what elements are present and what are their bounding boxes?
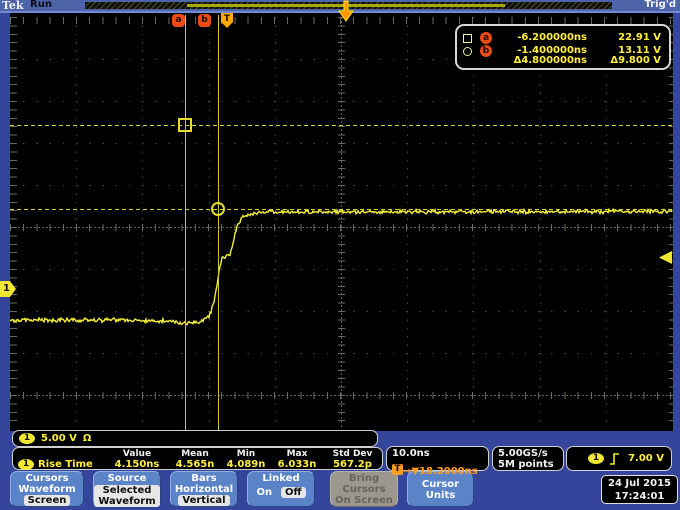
circle-icon — [463, 47, 472, 56]
channel1-waveform-trace — [10, 13, 673, 431]
menu-bring-line2: Cursors — [331, 484, 397, 495]
cursor-a-badge: a — [480, 32, 492, 44]
cursor-delta-time: Δ4.800000ns — [497, 55, 587, 66]
menu-source-selected-line2: Waveform — [98, 496, 155, 507]
menu-bars-selected: Vertical — [178, 495, 229, 506]
expansion-point-arrow-icon — [337, 0, 355, 23]
meas-mean: 4.565n — [167, 459, 223, 470]
trigger-t-icon: T — [392, 464, 403, 475]
cursor-a-time: -6.200000ns — [497, 32, 587, 43]
cursor-a-readout-row: a -6.200000ns 22.91 V — [463, 28, 661, 41]
rising-edge-icon — [609, 452, 620, 465]
menu-source-button[interactable]: Source Selected Waveform — [93, 471, 161, 507]
meas-header-mean: Mean — [167, 449, 223, 459]
menu-cursors-button[interactable]: Cursors Waveform Screen — [10, 471, 84, 507]
trigger-level: 7.00 V — [628, 453, 664, 464]
cursor-delta-value: Δ9.800 V — [587, 55, 661, 66]
menu-bring-line1: Bring — [331, 473, 397, 484]
cursor-b-badge: b — [480, 45, 492, 57]
trigger-source-badge: 1 — [588, 453, 604, 464]
record-length: 5M points — [498, 459, 558, 470]
meas-header-min: Min — [223, 449, 269, 459]
time-label: 17:24:01 — [602, 490, 677, 503]
channel1-badge: 1 — [19, 433, 35, 444]
acquisition-info-box[interactable]: 5.00GS/s 5M points — [492, 446, 564, 471]
meas-header-stddev: Std Dev — [325, 449, 380, 459]
channel1-badge: 1 — [18, 459, 34, 470]
acquisition-status: Run — [30, 0, 52, 10]
menu-cursors-option-waveform: Waveform — [11, 484, 83, 495]
cursor-b-vertical-line[interactable] — [218, 15, 219, 431]
menu-linked-button[interactable]: Linked On Off — [247, 471, 315, 507]
menu-bring-line3: On Screen — [331, 495, 397, 506]
cursor-a-square-marker[interactable] — [178, 118, 192, 132]
menu-bars-option-horizontal: Horizontal — [171, 484, 237, 495]
datetime-box: 24 Jul 2015 17:24:01 — [601, 475, 678, 504]
menu-source-title: Source — [94, 473, 160, 484]
date-label: 24 Jul 2015 — [602, 477, 677, 490]
oscilloscope-screen: Tek Run Trig'd a b T 1 a -6.200000ns 22.… — [0, 0, 680, 510]
cursor-readout-box: a -6.200000ns 22.91 V b -1.400000ns 13.1… — [455, 24, 671, 70]
menu-cursor-units-line2: Units — [408, 490, 473, 501]
menu-linked-title: Linked — [248, 473, 314, 484]
graticule — [10, 13, 673, 431]
menu-linked-on[interactable]: On — [256, 487, 272, 498]
trigger-settings-box[interactable]: 1 7.00 V — [566, 446, 672, 471]
meas-stddev: 567.2p — [325, 459, 380, 470]
cursor-b-circle-marker[interactable] — [211, 202, 225, 216]
menu-cursors-title: Cursors — [11, 473, 83, 484]
menu-bars-button[interactable]: Bars Horizontal Vertical — [170, 471, 238, 507]
menu-bring-cursors-button[interactable]: Bring Cursors On Screen — [330, 471, 398, 507]
trigger-delay: 18.2000ns — [419, 466, 478, 477]
cursor-b-horizontal-line[interactable] — [10, 209, 673, 210]
menu-linked-off[interactable]: Off — [281, 487, 306, 498]
timebase-scale: 10.0ns — [392, 448, 483, 459]
cursor-a-badge: a — [172, 14, 185, 27]
meas-min: 4.089n — [223, 459, 269, 470]
cursor-a-vertical-line[interactable] — [185, 15, 186, 431]
cursor-a-value: 22.91 V — [587, 32, 661, 43]
measurement-name: Rise Time — [38, 459, 93, 470]
menu-cursors-selected: Screen — [24, 495, 71, 506]
cursor-a-horizontal-line[interactable] — [10, 125, 673, 126]
menu-cursor-units-line1: Cursor — [408, 479, 473, 490]
channel1-scale-bar[interactable]: 1 5.00 V Ω — [12, 430, 378, 447]
channel1-scale: 5.00 V — [41, 433, 77, 444]
delay-arrows-icon: →▼ — [403, 466, 419, 477]
meas-header-value: Value — [107, 449, 167, 459]
meas-value: 4.150ns — [107, 459, 167, 470]
horizontal-settings-box[interactable]: 10.0ns T→▼18.2000ns — [386, 446, 489, 471]
meas-header-max: Max — [269, 449, 325, 459]
menu-bars-title: Bars — [171, 473, 237, 484]
sample-rate: 5.00GS/s — [498, 448, 558, 459]
measurement-readout-box: Value Mean Min Max Std Dev 1 Rise Time 4… — [12, 447, 383, 470]
trigger-status: Trig'd — [645, 0, 676, 10]
channel1-coupling: Ω — [83, 433, 92, 444]
cursor-b-badge: b — [198, 14, 211, 27]
menu-source-selected-line1: Selected — [98, 485, 155, 496]
meas-max: 6.033n — [269, 459, 325, 470]
cursor-delta-readout-row: Δ4.800000ns Δ9.800 V — [463, 54, 661, 67]
